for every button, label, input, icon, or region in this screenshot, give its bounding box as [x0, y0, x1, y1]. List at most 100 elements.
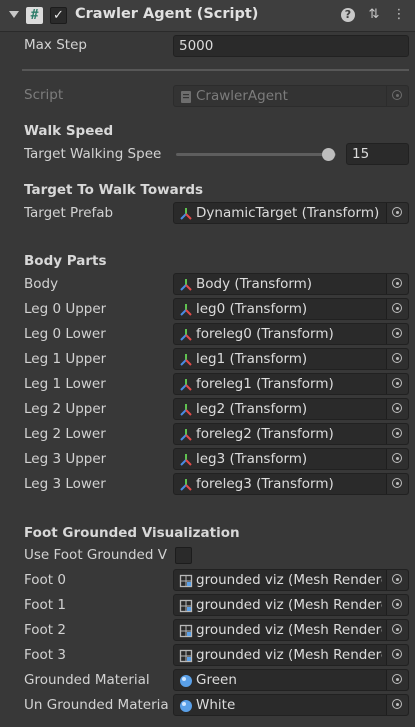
presets-icon[interactable]: ⇅	[366, 7, 382, 23]
leg1-lower-field[interactable]: foreleg1 (Transform)	[173, 373, 409, 395]
material-icon	[180, 675, 192, 687]
mesh-renderer-icon	[179, 649, 193, 663]
body-parts-heading: Body Parts	[24, 253, 107, 269]
object-picker-icon[interactable]	[386, 399, 408, 419]
target-heading: Target To Walk Towards	[24, 182, 204, 198]
object-picker-icon[interactable]	[386, 595, 408, 615]
body-value: Body (Transform)	[196, 276, 313, 292]
script-icon: #	[26, 7, 43, 24]
leg3-lower-value: foreleg3 (Transform)	[196, 476, 334, 492]
leg3-upper-label: Leg 3 Upper	[24, 451, 107, 467]
object-picker-icon[interactable]	[386, 670, 408, 690]
use-foot-grounded-checkbox[interactable]	[175, 547, 192, 564]
object-picker-icon[interactable]	[386, 274, 408, 294]
leg1-upper-field[interactable]: leg1 (Transform)	[173, 348, 409, 370]
leg1-lower-value: foreleg1 (Transform)	[196, 376, 334, 392]
help-icon[interactable]: ?	[341, 8, 355, 22]
foot0-field[interactable]: grounded viz (Mesh Renderer)	[173, 569, 409, 591]
walking-speed-slider-track[interactable]	[176, 153, 336, 156]
object-picker-icon[interactable]	[386, 695, 408, 715]
leg3-lower-label: Leg 3 Lower	[24, 476, 106, 492]
object-picker-icon[interactable]	[386, 449, 408, 469]
object-picker-icon[interactable]	[386, 324, 408, 344]
script-field: CrawlerAgent	[173, 85, 409, 107]
component-enabled-checkbox[interactable]: ✓	[50, 7, 67, 24]
foot3-label: Foot 3	[24, 647, 66, 663]
leg2-lower-label: Leg 2 Lower	[24, 426, 106, 442]
ungrounded-material-value: White	[196, 697, 236, 713]
grounded-material-value: Green	[196, 672, 237, 688]
grounded-material-field[interactable]: Green	[173, 669, 409, 691]
mesh-renderer-icon	[179, 574, 193, 588]
object-picker-icon[interactable]	[386, 645, 408, 665]
ungrounded-material-field[interactable]: White	[173, 694, 409, 716]
leg2-lower-value: foreleg2 (Transform)	[196, 426, 334, 442]
foot1-value: grounded viz (Mesh Renderer)	[196, 597, 382, 613]
target-prefab-field[interactable]: DynamicTarget (Transform)	[173, 202, 409, 224]
material-icon	[180, 700, 192, 712]
foot3-field[interactable]: grounded viz (Mesh Renderer)	[173, 644, 409, 666]
leg0-upper-field[interactable]: leg0 (Transform)	[173, 298, 409, 320]
foot0-label: Foot 0	[24, 572, 66, 588]
foot-viz-heading: Foot Grounded Visualization	[24, 525, 240, 541]
divider	[22, 69, 409, 71]
transform-icon	[180, 208, 192, 220]
leg2-upper-field[interactable]: leg2 (Transform)	[173, 398, 409, 420]
leg0-lower-field[interactable]: foreleg0 (Transform)	[173, 323, 409, 345]
component-header[interactable]: # ✓ Crawler Agent (Script) ? ⇅ ⋮	[0, 0, 415, 32]
script-label: Script	[24, 87, 64, 103]
transform-icon	[180, 279, 192, 291]
walk-speed-heading: Walk Speed	[24, 123, 114, 139]
object-picker-icon[interactable]	[386, 620, 408, 640]
foot1-label: Foot 1	[24, 597, 66, 613]
walking-speed-slider-thumb[interactable]	[321, 148, 335, 161]
leg3-upper-field[interactable]: leg3 (Transform)	[173, 448, 409, 470]
context-menu-icon[interactable]: ⋮	[391, 7, 407, 23]
transform-icon	[180, 379, 192, 391]
leg0-upper-label: Leg 0 Upper	[24, 301, 107, 317]
transform-icon	[180, 329, 192, 341]
foot2-field[interactable]: grounded viz (Mesh Renderer)	[173, 619, 409, 641]
transform-icon	[180, 429, 192, 441]
mesh-renderer-icon	[179, 599, 193, 613]
target-prefab-value: DynamicTarget (Transform)	[196, 205, 380, 221]
max-step-label: Max Step	[24, 37, 87, 53]
transform-icon	[180, 354, 192, 366]
max-step-value: 5000	[179, 38, 214, 54]
object-picker-icon[interactable]	[386, 299, 408, 319]
leg1-upper-value: leg1 (Transform)	[196, 351, 308, 367]
leg1-lower-label: Leg 1 Lower	[24, 376, 106, 392]
leg0-lower-value: foreleg0 (Transform)	[196, 326, 334, 342]
object-picker-icon[interactable]	[386, 474, 408, 494]
foot1-field[interactable]: grounded viz (Mesh Renderer)	[173, 594, 409, 616]
leg0-lower-label: Leg 0 Lower	[24, 326, 106, 342]
transform-icon	[180, 304, 192, 316]
leg3-upper-value: leg3 (Transform)	[196, 451, 308, 467]
object-picker-icon[interactable]	[386, 424, 408, 444]
foot3-value: grounded viz (Mesh Renderer)	[196, 647, 382, 663]
use-foot-grounded-label: Use Foot Grounded V	[24, 547, 167, 563]
transform-icon	[180, 479, 192, 491]
foot0-value: grounded viz (Mesh Renderer)	[196, 572, 382, 588]
object-picker-icon[interactable]	[386, 570, 408, 590]
target-walking-speed-label: Target Walking Spee	[24, 146, 162, 162]
script-value: CrawlerAgent	[196, 88, 288, 104]
leg2-lower-field[interactable]: foreleg2 (Transform)	[173, 423, 409, 445]
leg2-upper-value: leg2 (Transform)	[196, 401, 308, 417]
walking-speed-input[interactable]: 15	[346, 143, 409, 165]
foot2-label: Foot 2	[24, 622, 66, 638]
object-picker-icon	[386, 86, 408, 106]
leg3-lower-field[interactable]: foreleg3 (Transform)	[173, 473, 409, 495]
max-step-input[interactable]: 5000	[173, 35, 409, 57]
foldout-arrow-icon[interactable]	[9, 11, 19, 18]
component-title: Crawler Agent (Script)	[75, 6, 259, 22]
object-picker-icon[interactable]	[386, 349, 408, 369]
transform-icon	[180, 454, 192, 466]
ungrounded-material-label: Un Grounded Materia	[24, 697, 169, 713]
object-picker-icon[interactable]	[386, 203, 408, 223]
body-label: Body	[24, 276, 59, 292]
object-picker-icon[interactable]	[386, 374, 408, 394]
walking-speed-value: 15	[352, 146, 370, 162]
leg0-upper-value: leg0 (Transform)	[196, 301, 308, 317]
body-field[interactable]: Body (Transform)	[173, 273, 409, 295]
